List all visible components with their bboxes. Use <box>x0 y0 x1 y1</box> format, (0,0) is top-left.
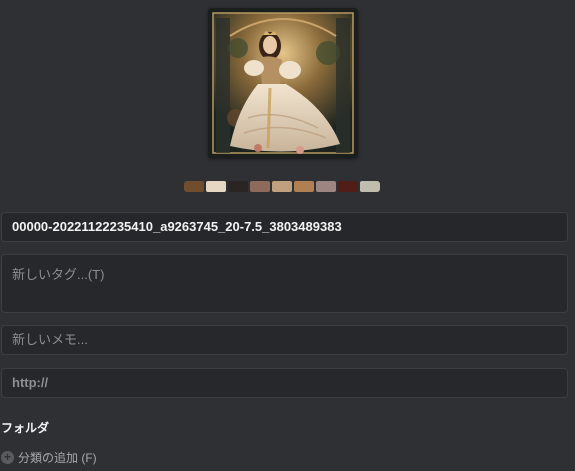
artwork-thumbnail[interactable] <box>208 8 358 158</box>
filename-field[interactable]: 00000-20221122235410_a9263745_20-7.5_380… <box>1 212 568 242</box>
palette-swatch[interactable] <box>272 181 292 192</box>
color-palette <box>184 181 380 192</box>
palette-swatch[interactable] <box>316 181 336 192</box>
palette-swatch[interactable] <box>294 181 314 192</box>
palette-swatch[interactable] <box>360 181 380 192</box>
artwork-image <box>208 8 358 158</box>
tags-placeholder: 新しいタグ...(T) <box>12 267 105 282</box>
palette-swatch[interactable] <box>228 181 248 192</box>
tags-input[interactable]: 新しいタグ...(T) <box>1 254 568 313</box>
add-category-label: 分類の追加 (F) <box>18 451 97 465</box>
palette-swatch[interactable] <box>206 181 226 192</box>
add-category-button[interactable]: + 分類の追加 (F) <box>1 449 97 466</box>
plus-circle-icon: + <box>1 451 14 464</box>
palette-swatch[interactable] <box>250 181 270 192</box>
url-input[interactable]: http:// <box>1 368 568 398</box>
folder-heading: フォルダ <box>1 421 50 435</box>
palette-swatch[interactable] <box>338 181 358 192</box>
palette-swatch[interactable] <box>184 181 204 192</box>
filename-value: 00000-20221122235410_a9263745_20-7.5_380… <box>12 219 342 234</box>
inspector-panel: 00000-20221122235410_a9263745_20-7.5_380… <box>0 0 575 471</box>
memo-input[interactable]: 新しいメモ... <box>1 325 568 355</box>
url-placeholder: http:// <box>12 375 49 390</box>
memo-placeholder: 新しいメモ... <box>12 332 88 347</box>
